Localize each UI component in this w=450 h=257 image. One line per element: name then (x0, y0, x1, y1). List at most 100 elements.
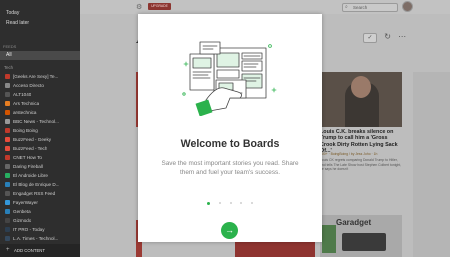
pagination-dot[interactable] (207, 201, 210, 205)
sidebar-feed-item[interactable]: Ars Technica (0, 99, 80, 108)
top-bar: ⚙ UPGRADE ⌕ Search (80, 0, 450, 14)
feed-favicon-icon (5, 200, 10, 205)
feed-label: arstechnica (13, 110, 37, 115)
feed-favicon-icon (5, 182, 10, 187)
feed-label: Genbeta (13, 209, 31, 214)
feed-label: IT PRO - Today (13, 227, 45, 232)
add-content-label: ADD CONTENT (14, 248, 46, 253)
feed-label: Ars Technica (13, 101, 40, 106)
feed-favicon-icon (5, 227, 10, 232)
sidebar-feed-item[interactable]: [Geeks Are Sexy] Te... (0, 72, 80, 81)
modal-title: Welcome to Boards (180, 138, 280, 150)
article-title[interactable]: Louis C.K. breaks silence on Trump to ca… (320, 129, 404, 155)
feed-label: BuzzFeed - Tech (13, 146, 48, 151)
sidebar-item-today[interactable]: Today (0, 8, 80, 18)
search-icon: ⌕ (345, 4, 348, 10)
avatar[interactable] (402, 1, 413, 12)
feed-label: FayerWayer (13, 200, 38, 205)
feed-favicon-icon (5, 92, 10, 97)
article-meta: 100+ · BoingBoing / by Jess Joho · 1h (320, 152, 378, 156)
sidebar-feed-item[interactable]: FayerWayer (0, 198, 80, 207)
sidebar-feed-item[interactable]: IT PRO - Today (0, 225, 80, 234)
view-tools: ✓ ↻ ⋯ (363, 32, 411, 43)
sidebar-feed-item[interactable]: CNET How To (0, 153, 80, 162)
sidebar-group-tech[interactable]: Tech (0, 64, 80, 72)
right-column (413, 72, 450, 257)
feed-favicon-icon (5, 155, 10, 160)
garadget-label: Garadget (336, 218, 372, 227)
sidebar-feed-item[interactable]: El Blog de Enrique D... (0, 180, 80, 189)
feed-favicon-icon (5, 137, 10, 142)
feed-label: Acceso Directo (13, 83, 44, 88)
feed-favicon-icon (5, 83, 10, 88)
sidebar-feed-item[interactable]: BuzzFeed - Geeky (0, 135, 80, 144)
arrow-right-icon: → (225, 225, 234, 235)
upgrade-button[interactable]: UPGRADE (148, 3, 171, 10)
sidebar: Today Read later FEEDS All Tech [Geeks A… (0, 0, 80, 257)
pagination-dot[interactable] (218, 202, 221, 204)
sidebar-top-links: Today Read later (0, 0, 80, 28)
search-input[interactable]: ⌕ Search (342, 3, 398, 12)
person-head (351, 76, 371, 98)
sidebar-feed-item[interactable]: Engadget RSS Feed (0, 189, 80, 198)
feed-list: [Geeks Are Sexy] Te... Acceso Directo ALT1… (0, 72, 80, 243)
image-device (342, 233, 386, 251)
feed-label: L.A. Times - Technol... (13, 236, 59, 241)
sidebar-section-label: FEEDS (3, 44, 17, 49)
article-image[interactable] (320, 72, 402, 127)
pagination-dot[interactable] (240, 202, 243, 204)
feed-favicon-icon (5, 119, 10, 124)
sidebar-feed-item[interactable]: Genbeta (0, 207, 80, 216)
feed-favicon-icon (5, 164, 10, 169)
article-image-garadget[interactable]: Garadget (320, 215, 402, 257)
add-content-button[interactable]: + ADD CONTENT (0, 244, 80, 257)
boards-illustration-icon (182, 41, 277, 116)
sidebar-feed-item[interactable]: Daring Fireball (0, 162, 80, 171)
feed-favicon-icon (5, 110, 10, 115)
feed-favicon-icon (5, 173, 10, 178)
sidebar-feed-item[interactable]: Boing Boing (0, 126, 80, 135)
sidebar-feed-item[interactable]: Gizmodo (0, 216, 80, 225)
sidebar-item-all[interactable]: All (0, 51, 80, 60)
refresh-icon[interactable]: ↻ (384, 32, 391, 41)
mark-read-button[interactable]: ✓ (363, 33, 377, 43)
sidebar-feed-item[interactable]: BuzzFeed - Tech (0, 144, 80, 153)
feed-favicon-icon (5, 74, 10, 79)
feed-favicon-icon (5, 191, 10, 196)
feed-label: [Geeks Are Sexy] Te... (13, 74, 59, 79)
feed-label: El Blog de Enrique D... (13, 182, 60, 187)
feed-favicon-icon (5, 236, 10, 241)
feed-favicon-icon (5, 128, 10, 133)
plus-icon: + (6, 247, 10, 253)
feed-favicon-icon (5, 218, 10, 223)
welcome-boards-modal: Welcome to Boards Save the most importan… (138, 14, 322, 242)
feed-favicon-icon (5, 101, 10, 106)
next-button[interactable]: → (221, 222, 238, 239)
modal-subtitle: Save the most important stories you read… (161, 160, 299, 176)
feed-label: CNET How To (13, 155, 42, 160)
pagination-dots (207, 201, 253, 205)
sidebar-feed-item[interactable]: L.A. Times - Technol... (0, 234, 80, 243)
feed-label: Daring Fireball (13, 164, 43, 169)
sidebar-feed-item[interactable]: arstechnica (0, 108, 80, 117)
feed-label: ALT1040 (13, 92, 32, 97)
sidebar-item-read-later[interactable]: Read later (0, 18, 80, 28)
feed-label: Engadget RSS Feed (13, 191, 56, 196)
article-snippet: Louis CK regrets comparing Donald Trump … (320, 158, 402, 171)
search-placeholder: Search (353, 5, 368, 10)
feed-label: BBC News - Technol... (13, 119, 59, 124)
image-detail (322, 225, 336, 253)
sidebar-feed-item[interactable]: ALT1040 (0, 90, 80, 99)
feed-label: El Androide Libre (13, 173, 48, 178)
pagination-dot[interactable] (229, 202, 232, 204)
feed-favicon-icon (5, 209, 10, 214)
sidebar-feed-item[interactable]: Acceso Directo (0, 81, 80, 90)
sidebar-feed-item[interactable]: BBC News - Technol... (0, 117, 80, 126)
feed-favicon-icon (5, 146, 10, 151)
pagination-dot[interactable] (251, 202, 253, 204)
more-icon[interactable]: ⋯ (398, 32, 406, 41)
feed-label: Gizmodo (13, 218, 32, 223)
sidebar-feed-item[interactable]: El Androide Libre (0, 171, 80, 180)
feed-label: BuzzFeed - Geeky (13, 137, 52, 142)
gear-icon[interactable]: ⚙ (136, 3, 142, 11)
